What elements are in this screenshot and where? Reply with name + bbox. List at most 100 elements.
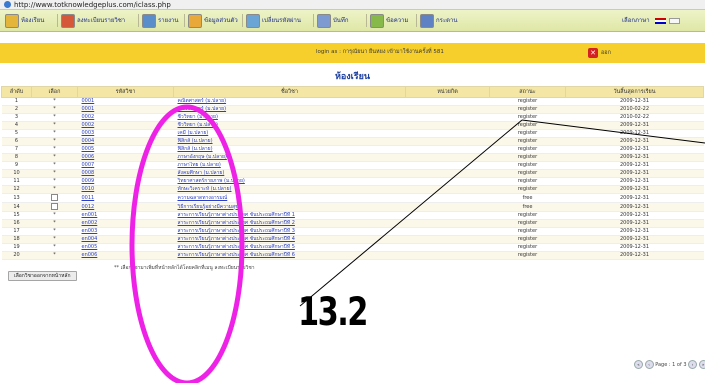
logout-label[interactable]: ออก — [601, 49, 611, 57]
language-label[interactable]: เลือกภาษา — [622, 13, 650, 28]
remove-course-button[interactable]: เลือกวิชาออกจากหน้าหลัก — [8, 271, 77, 281]
english-flag-icon[interactable] — [669, 18, 680, 24]
course-name[interactable]: สาระการเรียนรู้ภาษาต่างประเทศ ชั้นประถมศ… — [173, 235, 406, 244]
menu-item-profile[interactable]: ข้อมูลส่วนตัว — [188, 13, 238, 28]
course-code[interactable]: en001 — [77, 211, 174, 220]
course-name-link[interactable]: สาระการเรียนรู้ภาษาต่างประเทศ ชั้นประถมศ… — [178, 236, 295, 242]
course-name[interactable]: ชีววิทยา (ม.ปลาย) — [173, 113, 406, 122]
course-name[interactable]: เคมี (ม.ปลาย) — [173, 129, 406, 138]
course-name[interactable]: ชีววิทยา (ม.ปลาย) — [173, 121, 406, 130]
course-name-link[interactable]: สาระการเรียนรู้ภาษาต่างประเทศ ชั้นประถมศ… — [178, 252, 295, 258]
course-code-link[interactable]: 0006 — [82, 154, 95, 160]
next-page-icon[interactable]: › — [688, 360, 698, 369]
select-cell[interactable] — [31, 193, 78, 203]
course-name[interactable]: คณิตศาสตร์ (ม.ปลาย) — [173, 97, 406, 106]
course-code[interactable]: 0009 — [77, 177, 174, 186]
course-name-link[interactable]: ชีววิทยา (ม.ปลาย) — [178, 114, 218, 120]
course-name-link[interactable]: ฟิสิกส์ (ม.ปลาย) — [178, 146, 213, 152]
course-name-link[interactable]: สังคมศึกษา (ม.ปลาย) — [178, 170, 225, 176]
course-code-link[interactable]: 0011 — [82, 195, 95, 201]
course-code[interactable]: en003 — [77, 227, 174, 236]
course-code[interactable]: 0006 — [77, 153, 174, 162]
course-code[interactable]: 0001 — [77, 105, 174, 114]
course-code[interactable]: 0003 — [77, 129, 174, 138]
last-page-icon[interactable]: » — [698, 360, 705, 369]
course-code[interactable]: en006 — [77, 251, 174, 260]
course-name[interactable]: ความฉลาดทางอารมณ์ — [173, 193, 406, 203]
course-name[interactable]: สังคมศึกษา (ม.ปลาย) — [173, 169, 406, 178]
course-code[interactable]: 0010 — [77, 185, 174, 194]
course-code-link[interactable]: en004 — [82, 236, 98, 242]
course-name-link[interactable]: สาระการเรียนรู้ภาษาต่างประเทศ ชั้นประถมศ… — [178, 228, 295, 234]
thai-flag-icon[interactable] — [655, 18, 666, 24]
course-name[interactable]: สาระการเรียนรู้ภาษาต่างประเทศ ชั้นประถมศ… — [173, 243, 406, 252]
course-name-link[interactable]: สาระการเรียนรู้ภาษาต่างประเทศ ชั้นประถมศ… — [178, 220, 295, 226]
course-code[interactable]: 0012 — [77, 202, 174, 212]
course-code-link[interactable]: en001 — [82, 212, 98, 218]
course-code-link[interactable]: 0010 — [82, 186, 95, 192]
course-name-link[interactable]: ฟิสิกส์ (ม.ปลาย) — [178, 138, 213, 144]
course-code[interactable]: 0002 — [77, 121, 174, 130]
course-code-link[interactable]: 0009 — [82, 178, 95, 184]
course-code-link[interactable]: 0001 — [82, 106, 95, 112]
course-code[interactable]: 0011 — [77, 193, 174, 203]
course-name[interactable]: ฟิสิกส์ (ม.ปลาย) — [173, 145, 406, 154]
course-code[interactable]: 0002 — [77, 113, 174, 122]
course-code-link[interactable]: en002 — [82, 220, 98, 226]
course-name-link[interactable]: ภาษาไทย (ม.ปลาย) — [178, 162, 221, 168]
course-code-link[interactable]: 0003 — [82, 130, 95, 136]
course-code[interactable]: en004 — [77, 235, 174, 244]
course-code-link[interactable]: 0012 — [82, 204, 95, 210]
course-name-link[interactable]: สาระการเรียนรู้ภาษาต่างประเทศ ชั้นประถมศ… — [178, 212, 295, 218]
course-name-link[interactable]: ความฉลาดทางอารมณ์ — [178, 195, 228, 201]
course-name[interactable]: ภาษาอังกฤษ (ม.ปลาย) — [173, 153, 406, 162]
course-code-link[interactable]: en003 — [82, 228, 98, 234]
course-name-link[interactable]: วิทยาศาสตร์กายภาพ (ม.ปลาย) — [178, 178, 245, 184]
menu-item-classroom[interactable]: ห้องเรียน — [5, 13, 44, 28]
menu-item-board[interactable]: กระดาน — [420, 13, 457, 28]
course-name-link[interactable]: ชีววิทยา (ม.ปลาย) — [178, 122, 218, 128]
course-name[interactable]: สาระการเรียนรู้ภาษาต่างประเทศ ชั้นประถมศ… — [173, 227, 406, 236]
course-code[interactable]: 0007 — [77, 161, 174, 170]
course-name[interactable]: สาระการเรียนรู้ภาษาต่างประเทศ ชั้นประถมศ… — [173, 251, 406, 260]
course-code[interactable]: 0001 — [77, 97, 174, 106]
course-name-link[interactable]: ทักษะวิเคราะห์ (ม.ปลาย) — [178, 186, 232, 192]
course-code-link[interactable]: 0002 — [82, 122, 95, 128]
menu-item-message[interactable]: ข้อความ — [370, 13, 408, 28]
logout-icon[interactable]: ✕ — [588, 48, 598, 58]
menu-item-note[interactable]: บันทึก — [317, 13, 349, 28]
menu-item-report[interactable]: รายงาน — [142, 13, 179, 28]
course-name-link[interactable]: ภาษาอังกฤษ (ม.ปลาย) — [178, 154, 227, 160]
course-name-link[interactable]: สาระการเรียนรู้ภาษาต่างประเทศ ชั้นประถมศ… — [178, 244, 295, 250]
course-code[interactable]: en005 — [77, 243, 174, 252]
course-code-link[interactable]: 0002 — [82, 114, 95, 120]
course-code[interactable]: en002 — [77, 219, 174, 228]
course-name[interactable]: สาระการเรียนรู้ภาษาต่างประเทศ ชั้นประถมศ… — [173, 211, 406, 220]
course-name[interactable]: วิทยาศาสตร์กายภาพ (ม.ปลาย) — [173, 177, 406, 186]
course-name-link[interactable]: คณิตศาสตร์ (ม.ปลาย) — [178, 98, 227, 104]
course-name[interactable]: คณิตศาสตร์ (ม.ปลาย) — [173, 105, 406, 114]
course-name-link[interactable]: วิธีการเรียนรู้อย่างมีความสุข — [178, 204, 239, 210]
prev-page-icon[interactable]: ‹ — [644, 360, 654, 369]
course-code-link[interactable]: 0005 — [82, 146, 95, 152]
course-name[interactable]: สาระการเรียนรู้ภาษาต่างประเทศ ชั้นประถมศ… — [173, 219, 406, 228]
first-page-icon[interactable]: « — [634, 360, 643, 369]
course-name-link[interactable]: เคมี (ม.ปลาย) — [178, 130, 209, 136]
course-code[interactable]: 0004 — [77, 137, 174, 146]
course-code-link[interactable]: 0001 — [82, 98, 95, 104]
course-name-link[interactable]: คณิตศาสตร์ (ม.ปลาย) — [178, 106, 227, 112]
course-name[interactable]: ฟิสิกส์ (ม.ปลาย) — [173, 137, 406, 146]
course-name[interactable]: ภาษาไทย (ม.ปลาย) — [173, 161, 406, 170]
course-code-link[interactable]: 0004 — [82, 138, 95, 144]
browser-address-bar[interactable]: http://www.totknowledgeplus.com/iclass.p… — [0, 0, 705, 10]
course-code[interactable]: 0005 — [77, 145, 174, 154]
course-name[interactable]: ทักษะวิเคราะห์ (ม.ปลาย) — [173, 185, 406, 194]
select-checkbox[interactable] — [51, 203, 58, 210]
menu-item-register[interactable]: ลงทะเบียนรายวิชา — [61, 13, 125, 28]
course-code[interactable]: 0008 — [77, 169, 174, 178]
course-name[interactable]: วิธีการเรียนรู้อย่างมีความสุข — [173, 202, 406, 212]
course-code-link[interactable]: en005 — [82, 244, 98, 250]
course-code-link[interactable]: 0007 — [82, 162, 95, 168]
menu-item-password[interactable]: เปลี่ยนรหัสผ่าน — [246, 13, 301, 28]
course-code-link[interactable]: 0008 — [82, 170, 95, 176]
